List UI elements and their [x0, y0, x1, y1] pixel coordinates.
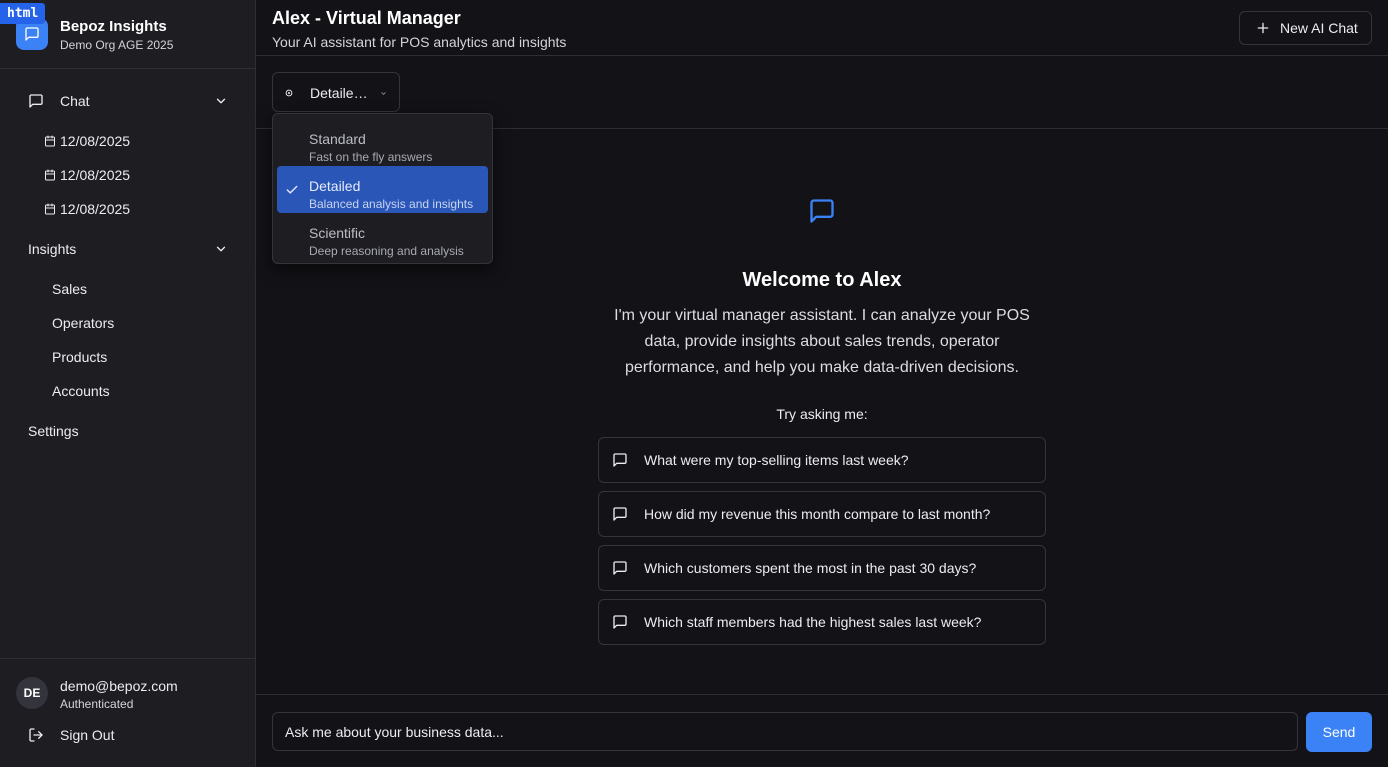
chevron-down-icon: [216, 246, 226, 252]
mode-option-desc: Fast on the fly answers: [309, 150, 433, 164]
message-square-icon: [613, 453, 627, 467]
plus-icon: [1257, 22, 1269, 34]
suggestion-button[interactable]: How did my revenue this month compare to…: [598, 491, 1046, 537]
user-panel: DE demo@bepoz.com Authenticated Sign Out: [0, 658, 255, 767]
mode-select[interactable]: Detaile…: [272, 72, 400, 112]
welcome-text: I'm your virtual manager assistant. I ca…: [614, 307, 1030, 376]
sidebar-item-products[interactable]: Products: [52, 344, 107, 370]
avatar: DE: [16, 677, 48, 709]
suggestion-text: Which staff members had the highest sale…: [644, 614, 982, 630]
chevron-down-icon: [381, 92, 386, 95]
user-email: demo@bepoz.com: [60, 678, 178, 694]
chat-history-date: 12/08/2025: [60, 167, 131, 183]
sidebar-chat-history-item[interactable]: 12/08/2025: [44, 196, 130, 222]
sidebar-item-operators[interactable]: Operators: [52, 310, 114, 336]
mode-option-title: Standard: [309, 131, 366, 147]
sidebar-item-sales[interactable]: Sales: [52, 276, 87, 302]
try-asking-label: Try asking me:: [776, 406, 868, 422]
user-status: Authenticated: [60, 697, 134, 711]
brand-org: Demo Org AGE 2025: [60, 38, 174, 52]
sidebar-item-accounts[interactable]: Accounts: [52, 378, 110, 404]
suggestion-button[interactable]: Which customers spent the most in the pa…: [598, 545, 1046, 591]
mode-icon: [285, 89, 293, 97]
mode-option-title: Scientific: [309, 225, 366, 241]
mode-dropdown: Standard Fast on the fly answers Detaile…: [272, 113, 493, 264]
chat-history-date: 12/08/2025: [60, 133, 131, 149]
message-square-icon: [613, 561, 627, 575]
mode-option-standard[interactable]: Standard Fast on the fly answers: [277, 119, 488, 166]
sidebar: Bepoz Insights Demo Org AGE 2025 html Ch…: [0, 0, 256, 767]
html-badge: html: [0, 3, 46, 24]
suggestion-button[interactable]: What were my top-selling items last week…: [598, 437, 1046, 483]
mode-option-scientific[interactable]: Scientific Deep reasoning and analysis: [277, 213, 488, 260]
sidebar-item-label: Settings: [28, 423, 79, 439]
send-button[interactable]: Send: [1306, 712, 1372, 752]
mode-option-desc: Deep reasoning and analysis: [309, 244, 464, 258]
suggestion-text: How did my revenue this month compare to…: [644, 506, 991, 522]
check-icon: [286, 185, 298, 194]
new-ai-chat-label: New AI Chat: [1280, 20, 1358, 36]
message-square-icon: [613, 615, 627, 629]
page-subtitle: Your AI assistant for POS analytics and …: [272, 34, 567, 50]
sidebar-item-label: Chat: [60, 93, 90, 109]
mode-option-desc: Balanced analysis and insights: [309, 197, 474, 211]
suggestion-text: Which customers spent the most in the pa…: [644, 560, 977, 576]
chat-history-date: 12/08/2025: [60, 201, 131, 217]
brand-name: Bepoz Insights: [60, 18, 167, 35]
page-title: Alex - Virtual Manager: [272, 8, 461, 28]
chevron-down-icon: [216, 98, 226, 104]
message-square-icon: [613, 507, 627, 521]
new-ai-chat-button[interactable]: New AI Chat: [1239, 11, 1372, 45]
chat-input[interactable]: [272, 712, 1298, 751]
page-header: Alex - Virtual Manager Your AI assistant…: [256, 0, 1388, 56]
message-icon: [25, 27, 39, 41]
sidebar-item-label: Insights: [28, 241, 77, 257]
message-square-icon: [29, 94, 43, 108]
sign-out-button[interactable]: Sign Out: [28, 727, 114, 743]
calendar-icon: [45, 169, 55, 181]
mode-option-title: Detailed: [309, 178, 361, 194]
mode-option-detailed[interactable]: Detailed Balanced analysis and insights: [277, 166, 488, 213]
calendar-icon: [45, 203, 55, 215]
sidebar-chat-history-item[interactable]: 12/08/2025: [44, 128, 130, 154]
sidebar-item-insights[interactable]: Insights: [16, 233, 240, 265]
message-square-icon: [810, 199, 834, 223]
composer: Send: [256, 694, 1388, 767]
welcome-title: Welcome to Alex: [742, 269, 902, 291]
sign-out-label: Sign Out: [60, 727, 115, 743]
suggestion-button[interactable]: Which staff members had the highest sale…: [598, 599, 1046, 645]
sidebar-chat-history-item[interactable]: 12/08/2025: [44, 162, 130, 188]
calendar-icon: [45, 135, 55, 147]
log-out-icon: [29, 728, 43, 742]
sidebar-item-chat[interactable]: Chat: [16, 85, 240, 117]
suggestion-text: What were my top-selling items last week…: [644, 452, 909, 468]
mode-select-value: Detaile…: [310, 85, 368, 101]
sidebar-item-settings[interactable]: Settings: [16, 415, 240, 447]
